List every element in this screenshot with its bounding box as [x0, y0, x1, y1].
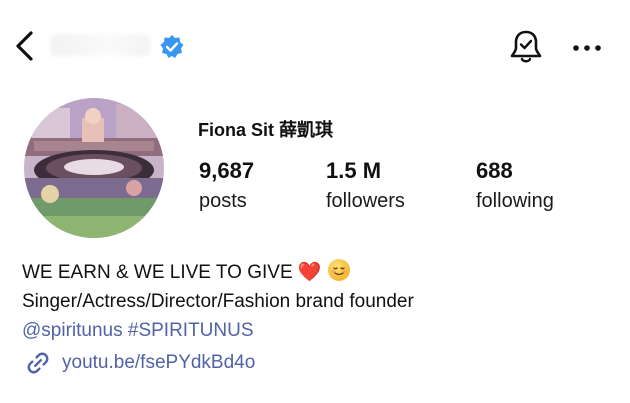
posts-count: 9,687: [199, 158, 255, 183]
profile-name: Fiona Sit 薛凱琪: [198, 120, 333, 140]
top-bar: [0, 0, 630, 90]
username-redacted: [50, 34, 150, 56]
posts-label: posts: [199, 190, 247, 212]
followers-count: 1.5 M: [326, 158, 382, 183]
bell-check-icon: [510, 30, 542, 63]
more-options-button[interactable]: [568, 30, 608, 66]
following-count: 688: [476, 158, 513, 183]
followers-label: followers: [326, 190, 405, 212]
following-label: following: [476, 190, 554, 212]
external-link-row[interactable]: youtu.be/fsePYdkBd4o: [24, 349, 255, 379]
profile-bio: WE EARN & WE LIVE TO GIVE ❤️ Singer/Actr…: [22, 258, 612, 345]
bio-motto: WE EARN & WE LIVE TO GIVE: [22, 262, 293, 283]
link-icon: [24, 349, 52, 377]
profile-avatar[interactable]: [24, 98, 164, 238]
following-stat[interactable]: 688 following: [476, 158, 554, 214]
chevron-left-icon: [16, 31, 33, 61]
heart-emoji: ❤️: [297, 262, 322, 283]
back-button[interactable]: [10, 28, 40, 64]
verified-badge-icon: [158, 33, 186, 61]
external-link[interactable]: youtu.be/fsePYdkBd4o: [62, 352, 255, 373]
notifications-button[interactable]: [508, 28, 544, 66]
avatar-illustration: [24, 98, 164, 238]
followers-stat[interactable]: 1.5 M followers: [326, 158, 405, 214]
bio-tags-link[interactable]: @spiritunus #SPIRITUNUS: [22, 316, 612, 345]
relieved-face-emoji-icon: [327, 259, 350, 281]
posts-stat[interactable]: 9,687 posts: [199, 158, 254, 214]
more-horizontal-icon: [573, 45, 601, 51]
bio-line-1: WE EARN & WE LIVE TO GIVE ❤️: [22, 258, 612, 287]
bio-line-2: Singer/Actress/Director/Fashion brand fo…: [22, 291, 414, 312]
